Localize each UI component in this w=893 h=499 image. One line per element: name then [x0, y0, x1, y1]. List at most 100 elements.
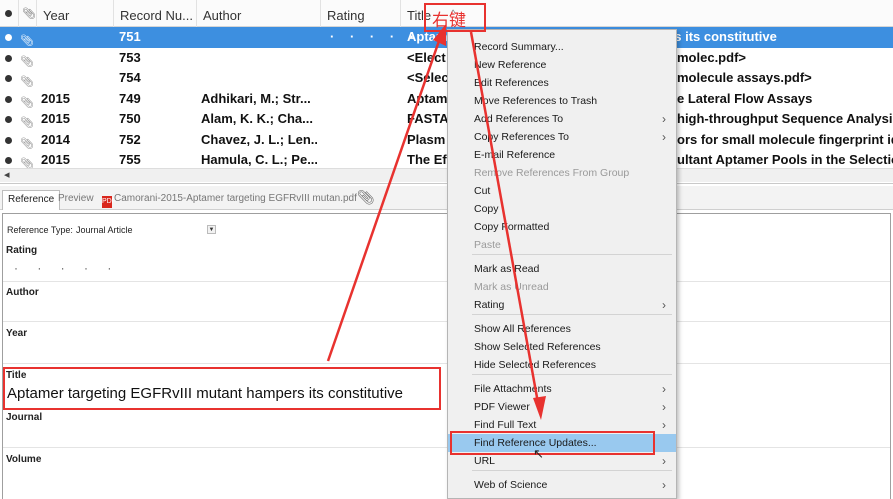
menu-item-copy[interactable]: Copy	[448, 200, 676, 218]
attach-file-paperclip-icon[interactable]: 📎︎	[357, 189, 375, 206]
menu-item-copy-references-to[interactable]: Copy References To ›	[448, 128, 676, 146]
menu-item-label: Move References to Trash	[474, 95, 598, 107]
menu-item-find-reference-updates[interactable]: Find Reference Updates...	[448, 434, 676, 452]
paperclip-icon: 📎︎	[20, 55, 34, 68]
column-author[interactable]: Author ^	[196, 0, 455, 27]
menu-item-move-references-to-trash[interactable]: Move References to Trash	[448, 92, 676, 110]
menu-item-label: Web of Science	[474, 479, 548, 491]
menu-item-label: Copy References To	[474, 131, 569, 143]
column-record-number[interactable]: Record Nu...	[113, 0, 196, 27]
menu-item-label: Copy Formatted	[474, 221, 550, 233]
menu-item-label: Remove References From Group	[474, 167, 630, 179]
menu-item-label: Edit References	[474, 77, 549, 89]
cell-title-tail: high-throughput Sequence Analysis	[677, 111, 893, 126]
rating-field[interactable]: · · · · ·	[14, 261, 119, 275]
menu-item-edit-references[interactable]: Edit References	[448, 74, 676, 92]
submenu-chevron-icon: ›	[662, 298, 666, 312]
menu-item-label: New Reference	[474, 59, 547, 71]
menu-item-cut[interactable]: Cut	[448, 182, 676, 200]
column-attachment[interactable]: 📎︎	[18, 0, 36, 27]
submenu-chevron-icon: ›	[662, 130, 666, 144]
cell-record-number: 753	[119, 49, 141, 65]
read-status-dot-icon	[5, 10, 12, 17]
column-title[interactable]: Title	[400, 0, 893, 27]
cell-record-number: 750	[119, 111, 141, 126]
cell-record-number: 751	[119, 29, 141, 44]
menu-separator	[472, 470, 672, 471]
menu-item-label: Show Selected References	[474, 341, 601, 353]
menu-item-show-selected-references[interactable]: Show Selected References	[448, 338, 676, 356]
read-status-dot-icon	[5, 75, 12, 82]
menu-item-label: Cut	[474, 185, 491, 197]
cell-year: 2015	[41, 111, 70, 126]
menu-item-copy-formatted[interactable]: Copy Formatted	[448, 218, 676, 236]
menu-separator	[472, 254, 672, 255]
menu-item-label: File Attachments	[474, 383, 552, 395]
paperclip-icon: 📎︎	[20, 117, 34, 129]
tab-preview[interactable]: Preview	[53, 190, 99, 210]
menu-item-url[interactable]: URL ›	[448, 452, 676, 470]
menu-item-record-summary[interactable]: Record Summary...	[448, 38, 676, 56]
column-author-label: Author	[203, 8, 242, 23]
read-status-dot-icon	[5, 54, 12, 62]
menu-item-label: Hide Selected References	[474, 359, 596, 371]
scroll-left-arrow-icon[interactable]: ◂	[4, 168, 10, 181]
tab-reference[interactable]: Reference	[2, 190, 61, 210]
menu-item-label: Add References To	[474, 113, 564, 125]
menu-item-mark-as-unread: Mark as Unread	[448, 278, 676, 296]
cell-title-tail: e Lateral Flow Assays	[677, 90, 813, 106]
rating-label: Rating	[6, 245, 38, 256]
menu-item-find-full-text[interactable]: Find Full Text ›	[448, 416, 676, 434]
menu-item-hide-selected-references[interactable]: Hide Selected References	[448, 356, 676, 374]
paperclip-icon: 📎︎	[20, 76, 34, 88]
submenu-chevron-icon: ›	[662, 418, 666, 432]
cell-title-tail: ors for small molecule fingerprint id	[677, 131, 893, 147]
cell-author: Adhikari, M.; Str...	[201, 90, 311, 106]
cell-record-number: 754	[119, 70, 141, 85]
read-status-dot-icon	[5, 136, 12, 144]
menu-item-web-of-science[interactable]: Web of Science ›	[448, 476, 676, 494]
cell-author: Hamula, C. L.; Pe...	[201, 152, 317, 167]
menu-item-paste: Paste	[448, 236, 676, 254]
menu-item-label: Show All References	[474, 323, 571, 335]
cell-title-tail: ultant Aptamer Pools in the Selection	[677, 152, 893, 167]
read-status-dot-icon	[5, 116, 12, 123]
menu-item-file-attachments[interactable]: File Attachments ›	[448, 380, 676, 398]
column-rating[interactable]: Rating	[320, 0, 400, 27]
column-read-status[interactable]	[0, 0, 18, 27]
submenu-chevron-icon: ›	[662, 478, 666, 492]
menu-separator	[472, 314, 672, 315]
paperclip-icon: 📎︎	[20, 137, 34, 150]
menu-item-label: Paste	[474, 239, 501, 251]
menu-item-pdf-viewer[interactable]: PDF Viewer ›	[448, 398, 676, 416]
menu-separator	[472, 374, 672, 375]
read-status-dot-icon	[5, 95, 12, 103]
column-year[interactable]: Year	[36, 0, 113, 27]
tab-pdf-attachment[interactable]: PDFCamorani-2015-Aptamer targeting EGFRv…	[97, 190, 362, 210]
context-menu: Record Summary... New Reference Edit Refer…	[447, 29, 677, 499]
menu-item-label: Record Summary...	[474, 41, 564, 53]
journal-label: Journal	[6, 412, 43, 423]
tab-pdf-label: Camorani-2015-Aptamer targeting EGFRvIII…	[114, 193, 357, 204]
cell-author	[201, 48, 317, 68]
title-label: Title	[6, 370, 27, 381]
menu-item-rating[interactable]: Rating ›	[448, 296, 676, 314]
title-field[interactable]: Aptamer targeting EGFRvIII mutant hamper…	[7, 385, 403, 402]
menu-item-show-all-references[interactable]: Show All References	[448, 320, 676, 338]
menu-item-label: E-mail Reference	[474, 149, 556, 161]
reference-type-select[interactable]: Journal Article	[76, 225, 133, 235]
submenu-chevron-icon: ›	[662, 112, 666, 126]
cell-year: 2015	[41, 152, 70, 167]
menu-item-e-mail-reference[interactable]: E-mail Reference	[448, 146, 676, 164]
menu-item-add-references-to[interactable]: Add References To ›	[448, 110, 676, 128]
menu-item-new-reference[interactable]: New Reference	[448, 56, 676, 74]
cell-year: 2014	[41, 131, 70, 147]
cell-author: Alam, K. K.; Cha...	[201, 111, 313, 126]
dropdown-arrow-icon[interactable]: ▼	[207, 225, 216, 234]
menu-item-label: PDF Viewer	[474, 401, 530, 413]
menu-item-label: Rating	[474, 299, 505, 311]
cell-year: 2015	[41, 90, 70, 106]
volume-label: Volume	[6, 454, 42, 465]
paperclip-icon: 📎︎	[22, 8, 36, 20]
menu-item-mark-as-read[interactable]: Mark as Read	[448, 260, 676, 278]
